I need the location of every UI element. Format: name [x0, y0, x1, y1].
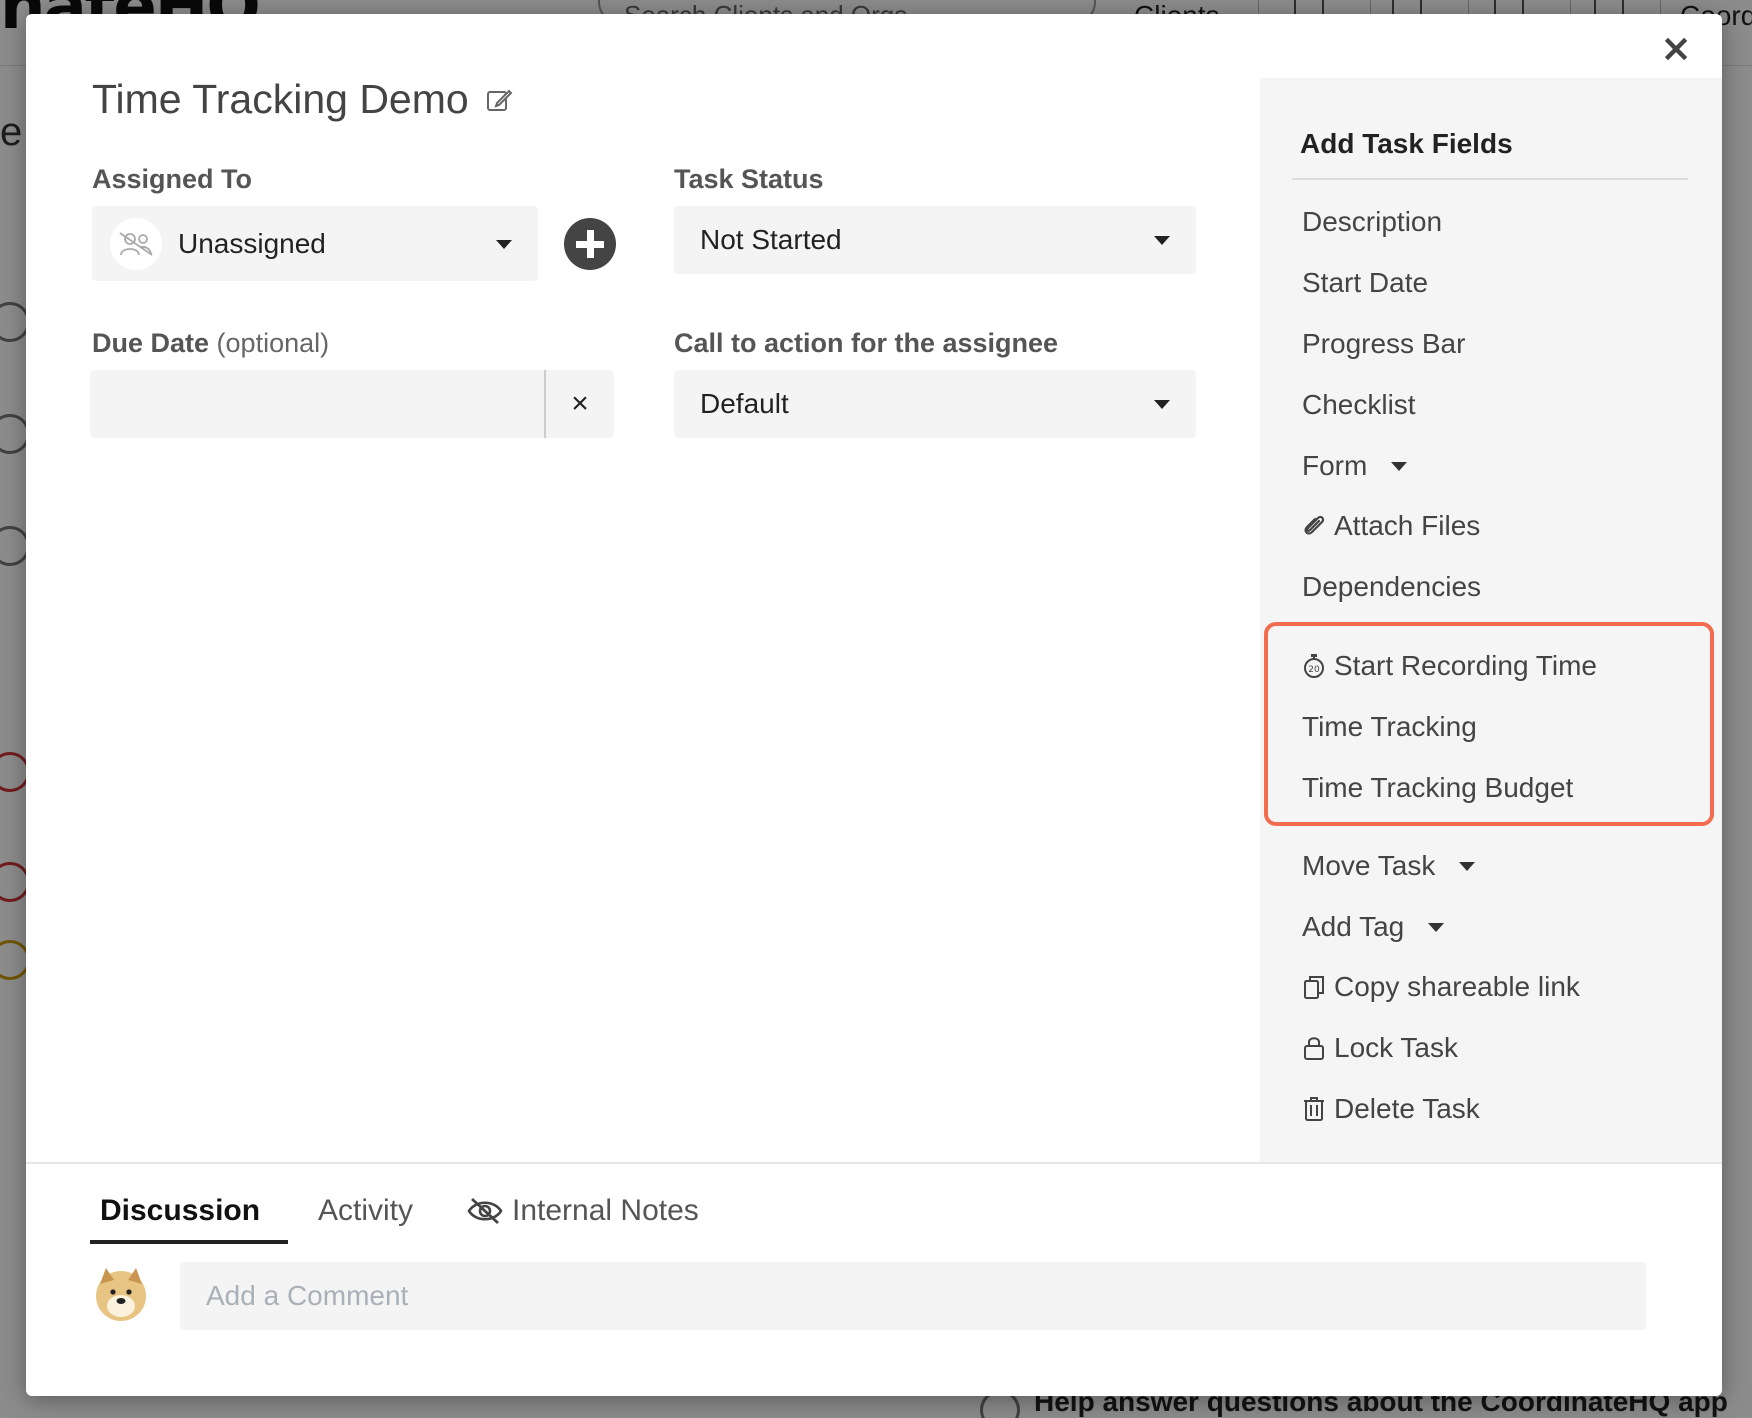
- sidebar-item-label: Copy shareable link: [1334, 971, 1580, 1002]
- sidebar-item-dependencies[interactable]: Dependencies: [1302, 571, 1481, 603]
- sidebar-item-label: Add Tag: [1302, 911, 1405, 942]
- add-task-fields-panel: Add Task Fields Description Start Date P…: [1260, 78, 1722, 1162]
- task-status-select[interactable]: Not Started: [674, 206, 1196, 274]
- sidebar-item-label: Time Tracking Budget: [1302, 772, 1574, 803]
- due-date-label-text: Due Date: [92, 328, 210, 358]
- close-button[interactable]: ×: [1656, 28, 1696, 68]
- sidebar-item-form[interactable]: Form: [1302, 450, 1408, 482]
- task-status-value: Not Started: [700, 224, 842, 255]
- assignee-select[interactable]: Unassigned: [92, 206, 538, 281]
- assigned-to-label: Assigned To: [92, 164, 253, 194]
- chevron-down-icon: [496, 239, 512, 249]
- sidebar-item-checklist[interactable]: Checklist: [1302, 389, 1416, 421]
- cta-select[interactable]: Default: [674, 370, 1196, 438]
- sidebar-item-add-tag[interactable]: Add Tag: [1302, 911, 1445, 943]
- sidebar-item-lock-task[interactable]: Lock Task: [1302, 1032, 1458, 1064]
- optional-hint: (optional): [216, 328, 330, 358]
- trash-icon: [1304, 1097, 1324, 1121]
- sidebar-item-label: Description: [1302, 206, 1443, 237]
- section-divider: [26, 1162, 1722, 1164]
- sidebar-item-label: Delete Task: [1334, 1093, 1480, 1124]
- sidebar-title: Add Task Fields: [1300, 128, 1513, 159]
- sidebar-item-label: Time Tracking: [1302, 711, 1477, 742]
- sidebar-item-time-tracking[interactable]: Time Tracking: [1302, 711, 1477, 743]
- stopwatch-icon: 20: [1304, 654, 1324, 678]
- sidebar-item-start-date[interactable]: Start Date: [1302, 267, 1428, 299]
- no-users-icon: [119, 232, 153, 256]
- tab-internal-notes[interactable]: Internal Notes: [466, 1194, 699, 1228]
- edit-icon[interactable]: [485, 86, 513, 114]
- sidebar-item-label: Start Date: [1302, 267, 1429, 298]
- comment-input[interactable]: [180, 1262, 1646, 1330]
- sidebar-item-move-task[interactable]: Move Task: [1302, 850, 1476, 882]
- eye-slash-icon: [467, 1197, 503, 1225]
- paperclip-icon: [1304, 515, 1325, 535]
- chevron-down-icon: [1391, 461, 1408, 471]
- chevron-down-icon: [1154, 400, 1170, 409]
- clear-due-date-button[interactable]: ×: [546, 370, 614, 438]
- sidebar-item-time-tracking-budget[interactable]: Time Tracking Budget: [1302, 772, 1573, 804]
- task-modal: × Time Tracking Demo Assigned To Unassig…: [26, 14, 1722, 1396]
- assignee-value: Unassigned: [178, 228, 326, 259]
- sidebar-item-label: Start Recording Time: [1334, 650, 1597, 681]
- sidebar-item-attach-files[interactable]: Attach Files: [1302, 510, 1480, 542]
- sidebar-item-copy-link[interactable]: Copy shareable link: [1302, 971, 1580, 1003]
- title-row: Time Tracking Demo: [92, 76, 513, 123]
- add-assignee-button[interactable]: [564, 218, 616, 270]
- chevron-down-icon: [1154, 236, 1170, 245]
- sidebar-item-label: Move Task: [1302, 850, 1436, 881]
- tab-label: Internal Notes: [512, 1194, 699, 1227]
- task-title[interactable]: Time Tracking Demo: [92, 76, 469, 123]
- svg-text:20: 20: [1308, 665, 1320, 675]
- chevron-down-icon: [1428, 922, 1445, 932]
- sidebar-item-label: Progress Bar: [1302, 328, 1466, 359]
- chevron-down-icon: [1459, 861, 1476, 871]
- task-status-label: Task Status: [674, 164, 824, 194]
- sidebar-divider: [1292, 178, 1688, 180]
- unassigned-avatar: [110, 218, 162, 270]
- sidebar-item-label: Checklist: [1302, 389, 1416, 420]
- active-tab-indicator: [90, 1240, 288, 1244]
- sidebar-item-label: Attach Files: [1334, 510, 1481, 541]
- user-avatar: [96, 1268, 146, 1321]
- tab-activity[interactable]: Activity: [318, 1194, 413, 1228]
- sidebar-item-delete-task[interactable]: Delete Task: [1302, 1093, 1480, 1125]
- cta-value: Default: [700, 388, 789, 419]
- sidebar-item-progress-bar[interactable]: Progress Bar: [1302, 328, 1465, 360]
- sidebar-item-start-recording-time[interactable]: 20 Start Recording Time: [1302, 650, 1597, 682]
- due-date-label: Due Date (optional): [92, 328, 329, 359]
- copy-icon: [1304, 976, 1324, 999]
- sidebar-item-description[interactable]: Description: [1302, 206, 1442, 238]
- cta-label: Call to action for the assignee: [674, 328, 1059, 358]
- due-date-field[interactable]: ×: [90, 370, 614, 438]
- sidebar-item-label: Form: [1302, 450, 1368, 481]
- sidebar-item-label: Dependencies: [1302, 571, 1482, 602]
- sidebar-item-label: Lock Task: [1334, 1032, 1458, 1063]
- tab-discussion[interactable]: Discussion: [100, 1194, 260, 1228]
- lock-icon: [1304, 1037, 1324, 1060]
